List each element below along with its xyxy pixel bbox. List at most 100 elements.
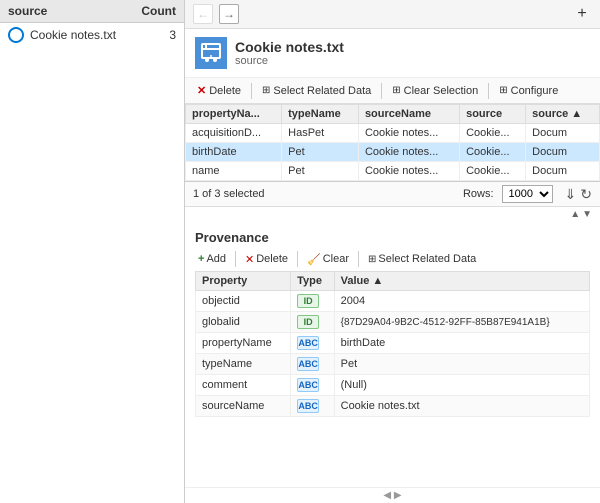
prov-cell-value: Cookie notes.txt: [334, 396, 589, 417]
type-badge-id: ID: [297, 315, 319, 329]
scroll-left-icon[interactable]: ◀: [383, 490, 391, 501]
cell-typename: Pet: [282, 143, 359, 162]
cell-typename: Pet: [282, 162, 359, 181]
rows-label: Rows:: [463, 188, 494, 200]
prov-row[interactable]: globalid ID {87D29A04-9B2C-4512-92FF-85B…: [196, 312, 590, 333]
configure-label: Configure: [511, 85, 559, 97]
cell-propertyname: birthDate: [186, 143, 282, 162]
toolbar-separator-2: [381, 83, 382, 99]
prov-cell-prop: objectid: [196, 291, 291, 312]
prov-row[interactable]: sourceName ABC Cookie notes.txt: [196, 396, 590, 417]
source-circle-icon: [8, 27, 24, 43]
clear-selection-button[interactable]: ⊞ Clear Selection: [388, 83, 482, 99]
select-related-label: Select Related Data: [273, 85, 371, 97]
configure-button[interactable]: ⊞ Configure: [495, 83, 562, 99]
prov-add-button[interactable]: + Add: [195, 252, 229, 266]
cell-source1: Cookie...: [460, 162, 526, 181]
prov-cell-type: ID: [291, 312, 335, 333]
status-icons: ⇓ ↻: [565, 186, 592, 203]
source-item[interactable]: Cookie notes.txt 3: [0, 23, 184, 47]
col-propertyname[interactable]: propertyNa...: [186, 105, 282, 124]
prov-row[interactable]: comment ABC (Null): [196, 375, 590, 396]
prov-clear-icon: 🧹: [307, 253, 321, 266]
prov-col-type[interactable]: Type: [291, 272, 335, 291]
prov-cell-value: {87D29A04-9B2C-4512-92FF-85B87E941A1B}: [334, 312, 589, 333]
prov-cell-type: ABC: [291, 333, 335, 354]
table-row[interactable]: birthDate Pet Cookie notes... Cookie... …: [186, 143, 600, 162]
main-toolbar: ✕ Delete ⊞ Select Related Data ⊞ Clear S…: [185, 78, 600, 104]
prov-sep-2: [297, 251, 298, 267]
sort-arrows-row: ▲ ▼: [185, 207, 600, 222]
prov-row[interactable]: objectid ID 2004: [196, 291, 590, 312]
configure-icon: ⊞: [499, 85, 507, 96]
prov-header-row: Property Type Value ▲: [196, 272, 590, 291]
plus-icon: +: [198, 253, 204, 265]
table-row[interactable]: name Pet Cookie notes... Cookie... Docum: [186, 162, 600, 181]
cell-propertyname: acquisitionD...: [186, 124, 282, 143]
delete-icon: ✕: [197, 84, 206, 97]
forward-button[interactable]: →: [219, 4, 239, 24]
prov-select-icon: ⊞: [368, 254, 376, 265]
prov-select-related-label: Select Related Data: [378, 253, 476, 265]
prov-clear-label: Clear: [323, 253, 349, 265]
prov-cell-value: Pet: [334, 354, 589, 375]
cell-propertyname: name: [186, 162, 282, 181]
prov-scroll-hint: ◀ ▶: [185, 487, 600, 503]
download-icon[interactable]: ⇓: [565, 186, 577, 203]
prov-clear-button[interactable]: 🧹 Clear: [304, 252, 352, 267]
prov-cell-prop: typeName: [196, 354, 291, 375]
type-badge-abc: ABC: [297, 336, 319, 350]
prov-cell-prop: comment: [196, 375, 291, 396]
cell-source2: Docum: [526, 162, 600, 181]
prov-cell-prop: sourceName: [196, 396, 291, 417]
type-badge-abc: ABC: [297, 399, 319, 413]
right-panel: ← → + Cookie notes.txt source ✕ Delete: [185, 0, 600, 503]
down-arrow-icon[interactable]: ▼: [582, 209, 592, 220]
provenance-table: Property Type Value ▲ objectid ID 2004 g…: [195, 271, 590, 417]
title-main: Cookie notes.txt: [235, 39, 344, 55]
prov-add-label: Add: [206, 253, 226, 265]
delete-button[interactable]: ✕ Delete: [193, 82, 245, 99]
back-button[interactable]: ←: [193, 4, 213, 24]
status-bar: 1 of 3 selected Rows: 1000 500 2000 ⇓ ↻: [185, 182, 600, 207]
prov-cell-value: 2004: [334, 291, 589, 312]
cell-sourcename: Cookie notes...: [358, 124, 459, 143]
provenance-toolbar: + Add ✕ Delete 🧹 Clear ⊞ Select Related …: [185, 249, 600, 271]
col-source2[interactable]: source ▲: [526, 105, 600, 124]
prov-delete-button[interactable]: ✕ Delete: [242, 252, 291, 267]
toolbar-separator-1: [251, 83, 252, 99]
col-source1[interactable]: source: [460, 105, 526, 124]
title-area: Cookie notes.txt source: [185, 29, 600, 78]
toolbar-separator-3: [488, 83, 489, 99]
select-related-button[interactable]: ⊞ Select Related Data: [258, 83, 375, 99]
select-related-icon: ⊞: [262, 85, 270, 96]
data-table: propertyNa... typeName sourceName source…: [185, 104, 600, 181]
cell-source1: Cookie...: [460, 143, 526, 162]
provenance-table-container: Property Type Value ▲ objectid ID 2004 g…: [185, 271, 600, 487]
prov-cell-prop: globalid: [196, 312, 291, 333]
prov-cell-type: ID: [291, 291, 335, 312]
prov-delete-icon: ✕: [245, 253, 254, 266]
prov-col-property[interactable]: Property: [196, 272, 291, 291]
title-sub: source: [235, 55, 344, 67]
prov-row[interactable]: propertyName ABC birthDate: [196, 333, 590, 354]
prov-select-related-button[interactable]: ⊞ Select Related Data: [365, 252, 479, 266]
prov-cell-value: (Null): [334, 375, 589, 396]
selection-text: 1 of 3 selected: [193, 188, 265, 200]
add-tab-button[interactable]: +: [572, 4, 592, 24]
col-typename[interactable]: typeName: [282, 105, 359, 124]
col-sourcename[interactable]: sourceName: [358, 105, 459, 124]
refresh-icon[interactable]: ↻: [580, 186, 592, 203]
clear-selection-icon: ⊞: [392, 85, 400, 96]
rows-select[interactable]: 1000 500 2000: [502, 185, 553, 203]
prov-col-value[interactable]: Value ▲: [334, 272, 589, 291]
up-arrow-icon[interactable]: ▲: [570, 209, 580, 220]
title-text: Cookie notes.txt source: [235, 39, 344, 67]
source-item-count: 3: [169, 28, 176, 42]
left-panel-title: source: [8, 4, 47, 18]
prov-cell-type: ABC: [291, 375, 335, 396]
prov-row[interactable]: typeName ABC Pet: [196, 354, 590, 375]
table-row[interactable]: acquisitionD... HasPet Cookie notes... C…: [186, 124, 600, 143]
scroll-right-icon[interactable]: ▶: [394, 490, 402, 501]
provenance-title: Provenance: [185, 230, 600, 249]
